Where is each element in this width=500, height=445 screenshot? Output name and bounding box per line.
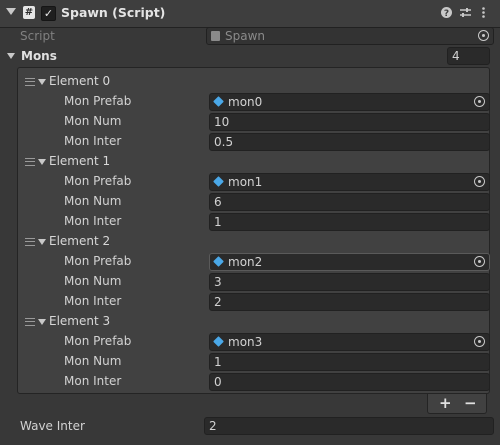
mon-prefab-label: Mon Prefab — [64, 94, 132, 108]
drag-handle-icon[interactable] — [25, 318, 35, 326]
wave-inter-label: Wave Inter — [20, 419, 85, 433]
prefab-cube-icon — [213, 256, 224, 267]
mon-prefab-field[interactable]: mon2 — [209, 253, 490, 271]
mon-num-field[interactable]: 1 — [209, 353, 490, 371]
mon-num-label: Mon Num — [64, 354, 122, 368]
mon-prefab-value: mon1 — [228, 175, 263, 189]
mon-prefab-field[interactable]: mon1 — [209, 173, 490, 191]
script-label: Script — [20, 29, 55, 43]
element-label[interactable]: Element 1 — [49, 154, 110, 168]
element-label[interactable]: Element 0 — [49, 74, 110, 88]
mon-num-label: Mon Num — [64, 274, 122, 288]
element-foldout-icon[interactable] — [38, 239, 46, 245]
drag-handle-icon[interactable] — [25, 238, 35, 246]
prefab-cube-icon — [213, 336, 224, 347]
element-label[interactable]: Element 2 — [49, 234, 110, 248]
mon-num-label: Mon Num — [64, 114, 122, 128]
more-vert-icon[interactable] — [477, 6, 490, 19]
element-label[interactable]: Element 3 — [49, 314, 110, 328]
mon-inter-field[interactable]: 1 — [209, 213, 490, 231]
list-footer: + − — [427, 394, 487, 414]
element-foldout-icon[interactable] — [38, 159, 46, 165]
preset-sliders-icon[interactable] — [459, 6, 472, 19]
script-icon: # — [23, 6, 35, 19]
mons-size-field[interactable]: 4 — [447, 47, 490, 65]
mon-inter-label: Mon Inter — [64, 294, 122, 308]
mon-prefab-value: mon2 — [228, 255, 263, 269]
mon-inter-field[interactable]: 0.5 — [209, 133, 490, 151]
mon-prefab-label: Mon Prefab — [64, 254, 132, 268]
mon-prefab-value: mon0 — [228, 95, 263, 109]
mon-num-label: Mon Num — [64, 194, 122, 208]
mon-inter-field[interactable]: 2 — [209, 293, 490, 311]
object-picker-icon[interactable] — [474, 176, 485, 187]
script-file-icon — [211, 31, 220, 41]
remove-element-button[interactable]: − — [464, 394, 477, 412]
object-picker-icon — [478, 30, 489, 41]
component-header: # ✓ Spawn (Script) ? — [0, 0, 500, 28]
wave-inter-field[interactable]: 2 — [204, 417, 494, 435]
drag-handle-icon[interactable] — [25, 158, 35, 166]
add-element-button[interactable]: + — [439, 394, 452, 412]
script-field: Spawn — [206, 27, 494, 45]
mon-prefab-value: mon3 — [228, 335, 263, 349]
component-title: Spawn (Script) — [61, 5, 166, 20]
script-field-value: Spawn — [225, 29, 266, 43]
mon-inter-label: Mon Inter — [64, 214, 122, 228]
foldout-arrow-icon[interactable] — [6, 8, 16, 15]
mon-prefab-field[interactable]: mon0 — [209, 93, 490, 111]
drag-handle-icon[interactable] — [25, 78, 35, 86]
enabled-checkbox[interactable]: ✓ — [41, 6, 56, 21]
object-picker-icon[interactable] — [474, 96, 485, 107]
mon-num-field[interactable]: 10 — [209, 113, 490, 131]
prefab-cube-icon — [213, 176, 224, 187]
element-foldout-icon[interactable] — [38, 319, 46, 325]
mons-foldout-icon[interactable] — [7, 53, 15, 59]
object-picker-icon[interactable] — [474, 256, 485, 267]
mons-label[interactable]: Mons — [21, 49, 57, 63]
mon-prefab-label: Mon Prefab — [64, 334, 132, 348]
mon-inter-label: Mon Inter — [64, 374, 122, 388]
object-picker-icon[interactable] — [474, 336, 485, 347]
mon-num-field[interactable]: 6 — [209, 193, 490, 211]
mon-inter-label: Mon Inter — [64, 134, 122, 148]
help-icon[interactable]: ? — [440, 6, 453, 19]
svg-text:?: ? — [444, 9, 449, 19]
prefab-cube-icon — [213, 96, 224, 107]
mon-prefab-field[interactable]: mon3 — [209, 333, 490, 351]
mon-inter-field[interactable]: 0 — [209, 373, 490, 391]
element-foldout-icon[interactable] — [38, 79, 46, 85]
mon-prefab-label: Mon Prefab — [64, 174, 132, 188]
mon-num-field[interactable]: 3 — [209, 273, 490, 291]
